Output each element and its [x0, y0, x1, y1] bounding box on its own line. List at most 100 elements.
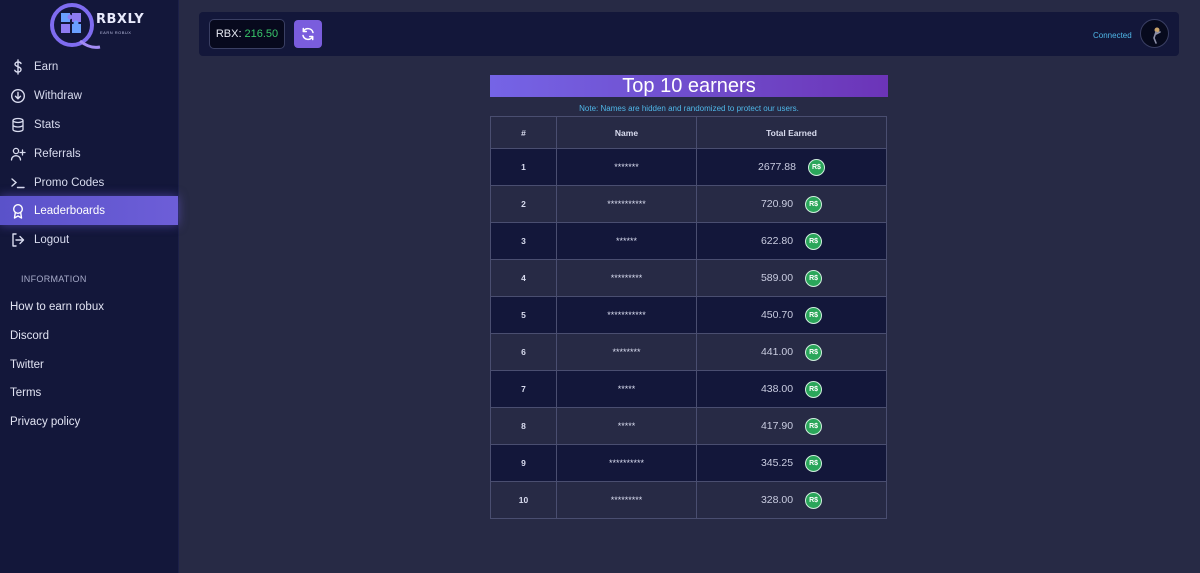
- column-total-earned: Total Earned: [696, 116, 887, 149]
- name-cell: ******: [556, 222, 697, 260]
- earned-amount-group: 438.00 R$: [760, 380, 823, 398]
- leaderboard-table: # Name Total Earned 1 ******* 2677.88 R$ 2 **…: [490, 116, 887, 519]
- earned-amount-group: 417.90 R$: [760, 417, 823, 435]
- earned-amount-group: 2677.88 R$: [758, 158, 825, 176]
- sidebar-item-stats[interactable]: Stats: [0, 110, 178, 139]
- name-cell: ********: [556, 333, 697, 371]
- link-how-to-earn[interactable]: How to earn robux: [10, 301, 104, 313]
- table-row: 7 ***** 438.00 R$: [490, 370, 887, 408]
- earned-amount: 720.90: [760, 198, 794, 210]
- link-twitter[interactable]: Twitter: [10, 359, 44, 371]
- earned-amount-group: 720.90 R$: [760, 195, 823, 213]
- sidebar-item-label: Referrals: [34, 147, 81, 160]
- robux-icon: R$: [805, 269, 823, 287]
- earned-amount: 441.00: [760, 346, 794, 358]
- sidebar-item-leaderboards[interactable]: Leaderboards: [0, 196, 178, 225]
- earned-amount-group: 328.00 R$: [760, 491, 823, 509]
- robux-icon: R$: [805, 195, 823, 213]
- table-row: 1 ******* 2677.88 R$: [490, 148, 887, 186]
- table-row: 5 *********** 450.70 R$: [490, 296, 887, 334]
- sidebar-item-label: Promo Codes: [34, 176, 105, 189]
- table-row: 9 ********** 345.25 R$: [490, 444, 887, 482]
- name-cell: **********: [556, 444, 697, 482]
- earned-amount: 328.00: [760, 494, 794, 506]
- earned-cell: 2677.88 R$: [696, 148, 887, 186]
- link-terms[interactable]: Terms: [10, 387, 41, 399]
- rank-cell: 7: [490, 370, 557, 408]
- sidebar-item-label: Earn: [34, 60, 59, 73]
- award-icon: [10, 203, 26, 219]
- column-rank: #: [490, 116, 557, 149]
- brand-name: RBXLY: [96, 12, 145, 27]
- logout-icon: [10, 232, 26, 248]
- name-cell: ***********: [556, 185, 697, 223]
- earned-amount: 438.00: [760, 383, 794, 395]
- rank-cell: 6: [490, 333, 557, 371]
- earned-cell: 345.25 R$: [696, 444, 887, 482]
- sidebar-item-label: Leaderboards: [34, 204, 105, 217]
- earned-amount-group: 589.00 R$: [760, 269, 823, 287]
- earned-amount-group: 345.25 R$: [760, 454, 823, 472]
- earned-cell: 720.90 R$: [696, 185, 887, 223]
- balance-display: RBX: 216.50: [209, 19, 285, 49]
- refresh-button[interactable]: [294, 20, 322, 48]
- database-icon: [10, 117, 26, 133]
- connection-status: Connected: [1093, 31, 1132, 40]
- table-row: 3 ****** 622.80 R$: [490, 222, 887, 260]
- rank-cell: 1: [490, 148, 557, 186]
- link-privacy-policy[interactable]: Privacy policy: [10, 416, 80, 428]
- earned-amount: 417.90: [760, 420, 794, 432]
- rank-cell: 3: [490, 222, 557, 260]
- link-discord[interactable]: Discord: [10, 330, 49, 342]
- name-cell: *******: [556, 148, 697, 186]
- sidebar-item-label: Stats: [34, 118, 61, 131]
- earned-amount: 450.70: [760, 309, 794, 321]
- balance-value: 216.50: [244, 28, 279, 40]
- avatar[interactable]: [1140, 19, 1169, 48]
- rank-cell: 2: [490, 185, 557, 223]
- earned-amount: 622.80: [760, 235, 794, 247]
- earned-amount: 589.00: [760, 272, 794, 284]
- terminal-icon: [10, 175, 26, 191]
- earned-cell: 328.00 R$: [696, 481, 887, 519]
- sidebar-item-promo-codes[interactable]: Promo Codes: [0, 168, 178, 197]
- earned-amount-group: 450.70 R$: [760, 306, 823, 324]
- earned-cell: 450.70 R$: [696, 296, 887, 334]
- rank-cell: 5: [490, 296, 557, 334]
- leaderboard-title: Top 10 earners: [490, 75, 888, 97]
- robux-icon: R$: [805, 417, 823, 435]
- name-cell: *********: [556, 481, 697, 519]
- privacy-note: Note: Names are hidden and randomized to…: [579, 104, 799, 113]
- earned-cell: 589.00 R$: [696, 259, 887, 297]
- column-name: Name: [556, 116, 697, 149]
- earned-amount: 345.25: [760, 457, 794, 469]
- name-cell: *****: [556, 370, 697, 408]
- sidebar-item-withdraw[interactable]: Withdraw: [0, 81, 178, 110]
- name-cell: ***********: [556, 296, 697, 334]
- section-heading-information: INFORMATION: [21, 274, 87, 284]
- earned-amount: 2677.88: [758, 161, 796, 173]
- name-cell: *****: [556, 407, 697, 445]
- robux-icon: R$: [807, 158, 825, 176]
- sidebar-item-label: Withdraw: [34, 89, 82, 102]
- brand-logo[interactable]: RBXLY EARN ROBUX: [50, 3, 144, 49]
- table-row: 8 ***** 417.90 R$: [490, 407, 887, 445]
- dollar-icon: [10, 58, 26, 75]
- user-plus-icon: [10, 146, 26, 162]
- earned-amount-group: 441.00 R$: [760, 343, 823, 361]
- earned-cell: 441.00 R$: [696, 333, 887, 371]
- puzzle-logo-icon: [50, 3, 101, 49]
- rank-cell: 9: [490, 444, 557, 482]
- robux-icon: R$: [805, 306, 823, 324]
- sidebar-item-earn[interactable]: Earn: [0, 52, 178, 81]
- table-header-row: # Name Total Earned: [490, 116, 887, 149]
- robux-icon: R$: [805, 454, 823, 472]
- rank-cell: 10: [490, 481, 557, 519]
- table-row: 2 *********** 720.90 R$: [490, 185, 887, 223]
- sidebar-item-referrals[interactable]: Referrals: [0, 139, 178, 168]
- sidebar-item-label: Logout: [34, 233, 70, 246]
- earned-cell: 417.90 R$: [696, 407, 887, 445]
- sidebar-item-logout[interactable]: Logout: [0, 225, 178, 254]
- name-cell: *********: [556, 259, 697, 297]
- top-bar: RBX: 216.50 Connected: [199, 12, 1179, 56]
